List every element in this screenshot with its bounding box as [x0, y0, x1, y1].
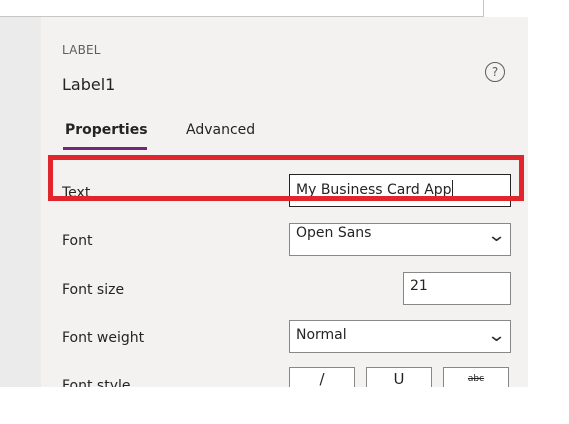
font-weight-property-label: Font weight [62, 330, 145, 346]
right-margin [528, 0, 569, 424]
font-dropdown[interactable]: Open Sans ⌄ [289, 223, 511, 256]
chevron-down-icon: ⌄ [486, 325, 507, 346]
font-weight-dropdown[interactable]: Normal ⌄ [289, 320, 511, 353]
chevron-down-icon: ⌄ [486, 225, 507, 246]
help-circle-icon[interactable]: ? [485, 62, 505, 82]
text-property-value: My Business Card App [296, 182, 452, 198]
font-dropdown-value: Open Sans [296, 225, 372, 241]
bottom-margin [0, 387, 569, 424]
font-size-input[interactable]: 21 [403, 272, 511, 305]
control-type-label: LABEL [62, 43, 101, 57]
font-property-label: Font [62, 233, 93, 249]
italic-button[interactable]: / [289, 367, 355, 387]
font-size-value: 21 [410, 278, 428, 294]
underline-button[interactable]: U [366, 367, 432, 387]
left-gutter [0, 17, 41, 387]
text-property-input[interactable]: My Business Card App [289, 174, 511, 207]
properties-panel: LABEL Label1 ? Properties Advanced Text … [41, 17, 528, 387]
text-cursor [451, 180, 453, 197]
strikethrough-button[interactable]: abc [443, 367, 509, 387]
formula-bar-edge [0, 0, 484, 17]
font-style-property-label: Font style [62, 378, 131, 387]
font-weight-dropdown-value: Normal [296, 327, 347, 343]
font-size-property-label: Font size [62, 282, 125, 298]
control-name: Label1 [62, 75, 116, 94]
active-tab-indicator [63, 147, 147, 150]
text-property-label: Text [62, 185, 91, 201]
tab-advanced[interactable]: Advanced [186, 122, 255, 138]
top-right-edge [484, 0, 528, 16]
tab-properties[interactable]: Properties [65, 122, 148, 138]
